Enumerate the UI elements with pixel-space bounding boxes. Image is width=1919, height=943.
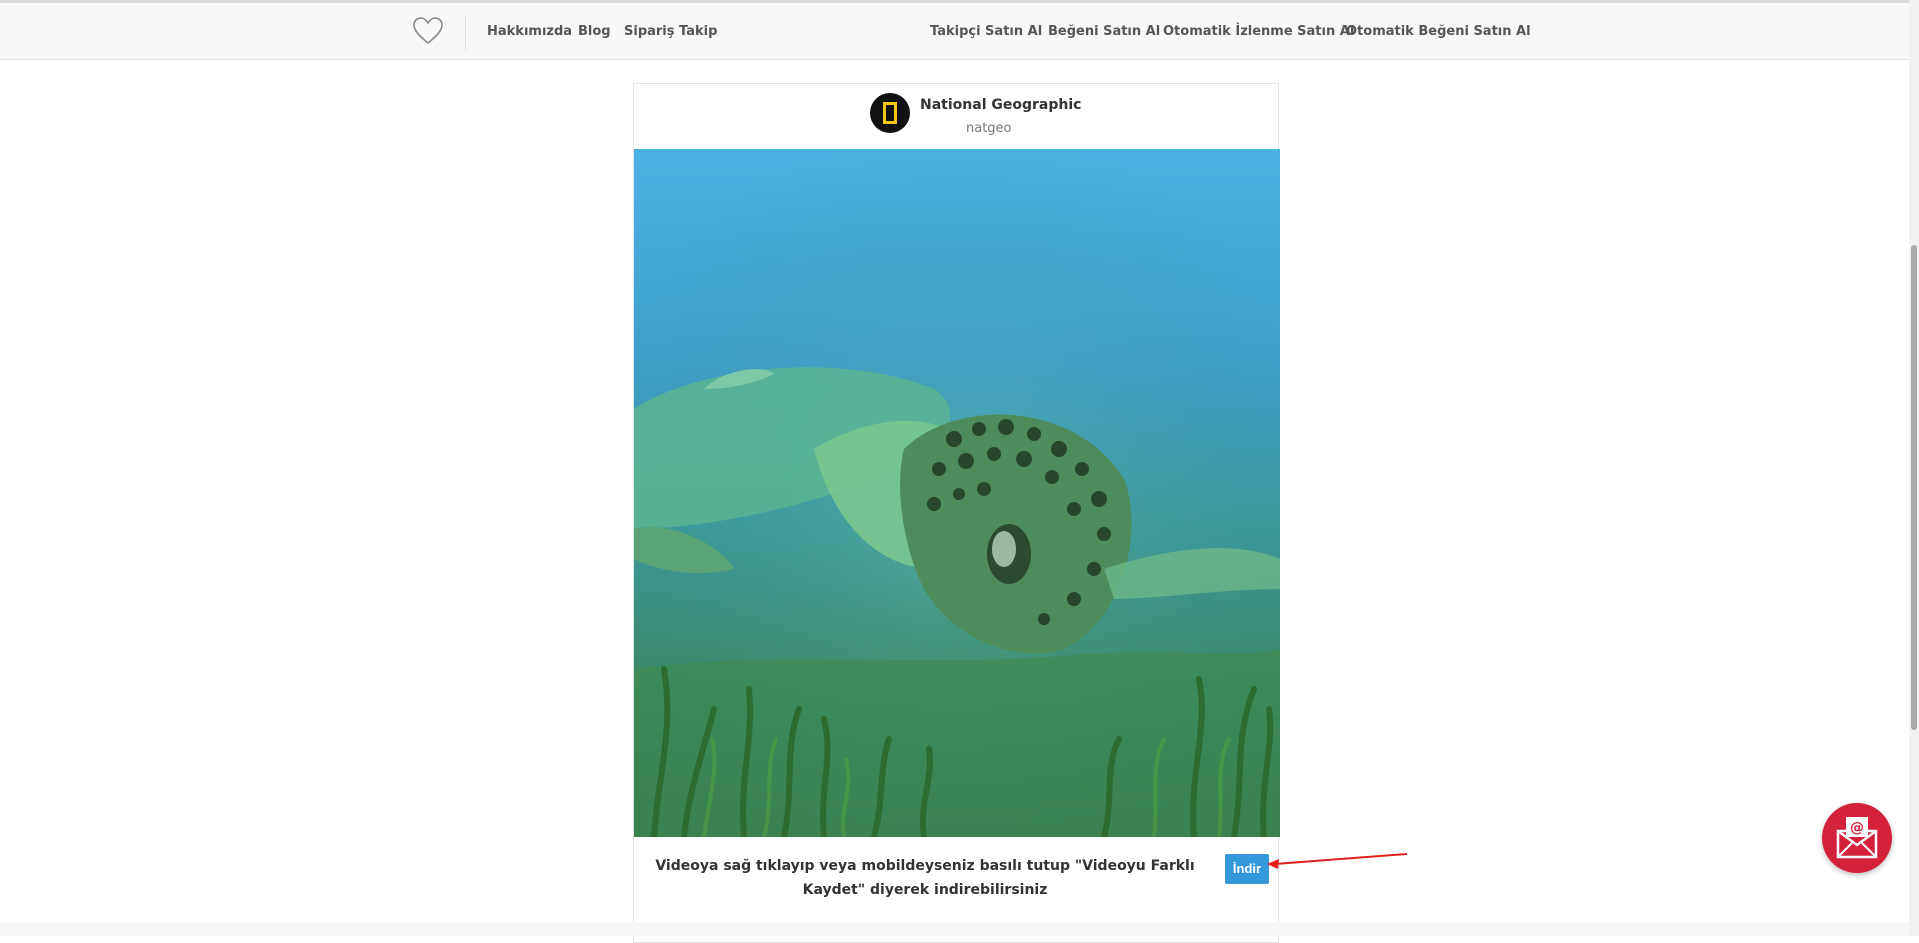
mail-envelope-at-icon: @ bbox=[1836, 817, 1878, 859]
nav-divider bbox=[465, 16, 466, 50]
nav-link-buy-auto-likes[interactable]: Otomatik Beğeni Satın Al bbox=[1346, 24, 1531, 39]
heart-logo-icon[interactable] bbox=[412, 16, 444, 46]
nav-link-blog[interactable]: Blog bbox=[578, 24, 611, 39]
nav-link-about[interactable]: Hakkımızda bbox=[487, 24, 572, 39]
profile-avatar[interactable] bbox=[870, 93, 910, 133]
annotation-arrow-icon bbox=[1267, 853, 1408, 869]
nav-link-buy-likes[interactable]: Beğeni Satın Al bbox=[1048, 24, 1160, 39]
sea-turtle-video-frame bbox=[634, 149, 1280, 837]
scrollbar-thumb[interactable] bbox=[1911, 245, 1917, 730]
nav-link-buy-auto-views[interactable]: Otomatik İzlenme Satın Al bbox=[1163, 24, 1354, 39]
natgeo-frame-icon bbox=[883, 102, 897, 124]
account-handle: natgeo bbox=[966, 121, 1012, 136]
post-card: National Geographic natgeo Videoya sağ t… bbox=[633, 83, 1280, 943]
nav-link-buy-followers[interactable]: Takipçi Satın Al bbox=[930, 24, 1042, 39]
download-button[interactable]: İndir bbox=[1225, 854, 1269, 884]
nav-link-order-tracking[interactable]: Sipariş Takip bbox=[624, 24, 717, 39]
post-video[interactable] bbox=[634, 149, 1280, 837]
account-name[interactable]: National Geographic bbox=[920, 97, 1081, 113]
svg-text:@: @ bbox=[1850, 820, 1864, 836]
contact-mail-button[interactable]: @ bbox=[1822, 803, 1892, 873]
navbar: Hakkımızda Blog Sipariş Takip Takipçi Sa… bbox=[0, 3, 1919, 60]
page-footer-strip bbox=[0, 922, 1909, 936]
download-instructions: Videoya sağ tıklayıp veya mobildeyseniz … bbox=[655, 858, 1195, 898]
